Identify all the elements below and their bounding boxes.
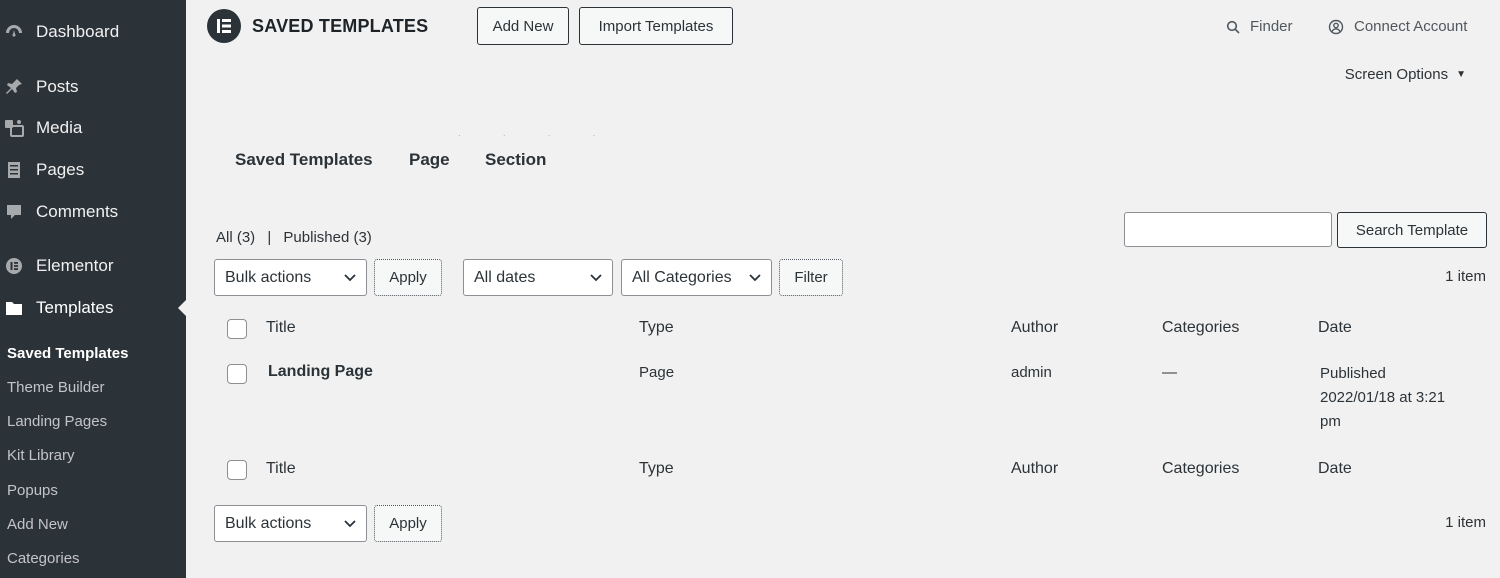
menu-item-posts[interactable]: Posts bbox=[0, 69, 186, 105]
screen-options-label: Screen Options bbox=[1344, 66, 1449, 83]
filter-button[interactable]: Filter bbox=[779, 259, 843, 296]
row-categories: — bbox=[1162, 364, 1177, 381]
submenu-saved-templates[interactable]: Saved Templates bbox=[7, 345, 128, 362]
view-filters: All (3) | Published (3) bbox=[216, 229, 372, 246]
elementor-logo bbox=[207, 9, 241, 43]
column-title[interactable]: Title bbox=[266, 319, 296, 337]
admin-sidebar: Dashboard Posts Media Pages Comments Ele… bbox=[0, 0, 186, 578]
folder-icon bbox=[2, 296, 26, 320]
view-separator: | bbox=[267, 229, 272, 246]
chevron-down-icon bbox=[749, 271, 761, 285]
search-input[interactable] bbox=[1124, 212, 1332, 247]
tab-separator-dots: · · · · bbox=[458, 131, 616, 140]
categories-select[interactable]: All Categories bbox=[621, 259, 772, 296]
row-checkbox[interactable] bbox=[227, 364, 247, 384]
row-date: Published 2022/01/18 at 3:21 pm bbox=[1320, 362, 1470, 434]
dates-value: All dates bbox=[474, 268, 536, 286]
submenu-popups[interactable]: Popups bbox=[7, 482, 58, 499]
screen-options-toggle[interactable]: Screen Options ▼ bbox=[1345, 66, 1466, 83]
tab-page[interactable]: Page bbox=[409, 150, 450, 170]
menu-label: Dashboard bbox=[36, 22, 120, 41]
menu-label: Pages bbox=[36, 160, 85, 179]
finder-link[interactable]: Finder bbox=[1226, 18, 1293, 35]
chevron-down-icon bbox=[344, 271, 356, 285]
dashboard-icon bbox=[2, 20, 26, 44]
column-type-footer: Type bbox=[639, 460, 674, 477]
column-author-footer: Author bbox=[1011, 460, 1059, 477]
item-count-bottom: 1 item bbox=[1445, 514, 1486, 531]
column-date[interactable]: Date bbox=[1318, 319, 1352, 337]
media-icon bbox=[2, 116, 26, 140]
connect-account-label: Connect Account bbox=[1354, 18, 1468, 35]
pin-icon bbox=[2, 75, 26, 99]
row-type: Page bbox=[639, 364, 675, 381]
chevron-down-icon bbox=[590, 271, 602, 285]
submenu-landing-pages[interactable]: Landing Pages bbox=[7, 413, 107, 430]
finder-label: Finder bbox=[1250, 18, 1293, 35]
submenu-kit-library[interactable]: Kit Library bbox=[7, 447, 75, 464]
column-type: Type bbox=[639, 319, 674, 336]
categories-value: All Categories bbox=[632, 268, 732, 286]
row-author[interactable]: admin bbox=[1011, 364, 1052, 381]
submenu-add-new[interactable]: Add New bbox=[7, 516, 68, 533]
row-title-link[interactable]: Landing Page bbox=[268, 363, 373, 381]
search-icon bbox=[1226, 20, 1240, 34]
import-templates-button[interactable]: Import Templates bbox=[579, 7, 733, 45]
bulk-actions-select[interactable]: Bulk actions bbox=[214, 259, 367, 296]
bulk-actions-select-bottom[interactable]: Bulk actions bbox=[214, 505, 367, 542]
submenu-theme-builder[interactable]: Theme Builder bbox=[7, 379, 105, 396]
column-categories: Categories bbox=[1162, 319, 1240, 336]
menu-item-pages[interactable]: Pages bbox=[0, 152, 186, 188]
menu-label: Elementor bbox=[36, 256, 114, 275]
elementor-icon bbox=[2, 254, 26, 278]
view-all-link[interactable]: All (3) bbox=[216, 229, 255, 246]
search-template-button[interactable]: Search Template bbox=[1337, 212, 1487, 248]
column-author: Author bbox=[1011, 319, 1059, 336]
menu-item-dashboard[interactable]: Dashboard bbox=[0, 14, 186, 50]
connect-account-link[interactable]: Connect Account bbox=[1328, 18, 1467, 35]
elementor-logo-icon bbox=[217, 19, 231, 33]
caret-down-icon: ▼ bbox=[1456, 69, 1466, 80]
menu-label: Posts bbox=[36, 77, 79, 96]
submenu-categories[interactable]: Categories bbox=[7, 550, 80, 567]
apply-button[interactable]: Apply bbox=[374, 259, 442, 296]
menu-label: Templates bbox=[36, 298, 114, 317]
dates-select[interactable]: All dates bbox=[463, 259, 613, 296]
column-title-footer[interactable]: Title bbox=[266, 460, 296, 478]
column-date-footer[interactable]: Date bbox=[1318, 460, 1352, 478]
tab-section[interactable]: Section bbox=[485, 150, 546, 170]
page-title: SAVED TEMPLATES bbox=[252, 16, 429, 36]
item-count: 1 item bbox=[1445, 268, 1486, 285]
menu-item-comments[interactable]: Comments bbox=[0, 194, 186, 230]
apply-button-bottom[interactable]: Apply bbox=[374, 505, 442, 542]
view-published-link[interactable]: Published (3) bbox=[283, 229, 371, 246]
tab-saved-templates[interactable]: Saved Templates bbox=[235, 150, 373, 170]
page-icon bbox=[2, 158, 26, 182]
column-categories-footer: Categories bbox=[1162, 460, 1240, 477]
comment-icon bbox=[2, 200, 26, 224]
bulk-actions-value: Bulk actions bbox=[225, 268, 312, 286]
chevron-down-icon bbox=[344, 517, 356, 531]
menu-item-media[interactable]: Media bbox=[0, 110, 186, 146]
bulk-actions-value: Bulk actions bbox=[225, 514, 312, 532]
current-menu-arrow bbox=[178, 300, 186, 316]
add-new-button[interactable]: Add New bbox=[477, 7, 569, 45]
select-all-checkbox-footer[interactable] bbox=[227, 460, 247, 480]
user-circle-icon bbox=[1328, 19, 1344, 34]
menu-label: Comments bbox=[36, 202, 119, 221]
menu-label: Media bbox=[36, 118, 83, 137]
menu-item-elementor[interactable]: Elementor bbox=[0, 248, 186, 284]
menu-item-templates[interactable]: Templates bbox=[0, 290, 186, 326]
select-all-checkbox[interactable] bbox=[227, 319, 247, 339]
row-date-value: 2022/01/18 at 3:21 pm bbox=[1320, 389, 1446, 430]
row-date-status: Published bbox=[1320, 365, 1386, 382]
